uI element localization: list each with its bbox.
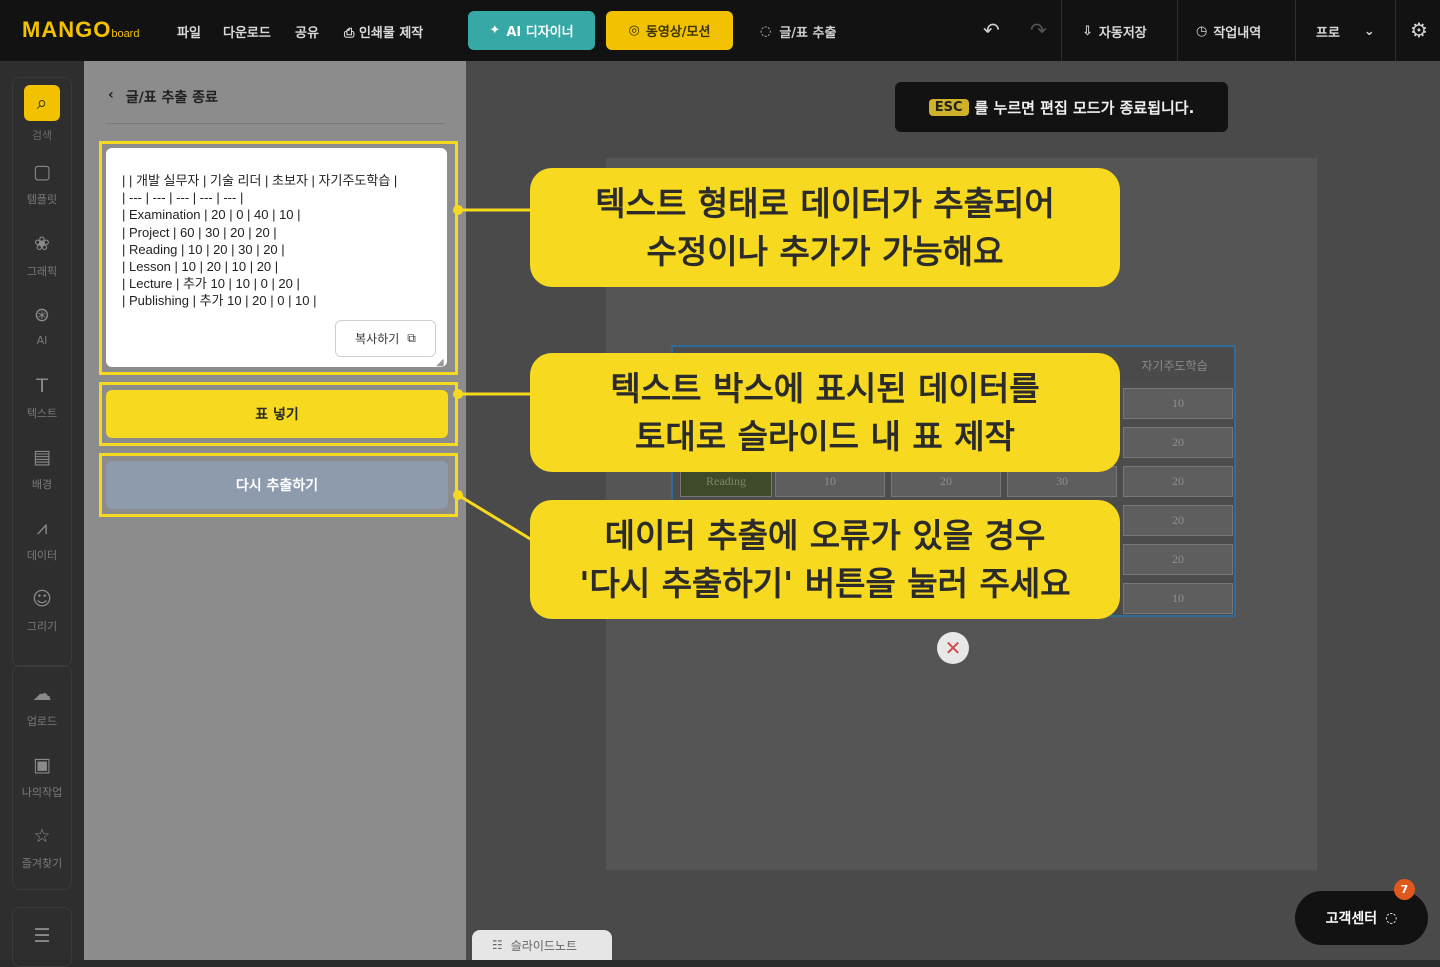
slide-note-label: 슬라이드노트 bbox=[510, 938, 578, 953]
callout-line: '다시 추출하기' 버튼을 눌러 주세요 bbox=[579, 563, 1071, 603]
callout-line: 텍스트 박스에 표시된 데이터를 bbox=[610, 368, 1040, 408]
chat-icon: ◌ bbox=[1385, 910, 1398, 926]
connector-line bbox=[457, 493, 533, 542]
connector-dot bbox=[453, 205, 463, 215]
support-label: 고객센터 bbox=[1325, 911, 1378, 927]
callout-connectors bbox=[453, 205, 533, 542]
connector-dot bbox=[453, 389, 463, 399]
callout-line: 토대로 슬라이드 내 표 제작 bbox=[635, 416, 1015, 456]
callout-reextract: 데이터 추출에 오류가 있을 경우 '다시 추출하기' 버튼을 눌러 주세요 bbox=[530, 500, 1120, 619]
callout-insert-table: 텍스트 박스에 표시된 데이터를 토대로 슬라이드 내 표 제작 bbox=[530, 353, 1120, 472]
callout-line: 텍스트 형태로 데이터가 추출되어 bbox=[595, 183, 1055, 223]
callout-line: 수정이나 추가가 가능해요 bbox=[646, 231, 1004, 271]
slide-note-tab[interactable]: ☷ 슬라이드노트 bbox=[472, 930, 612, 960]
callout-line: 데이터 추출에 오류가 있을 경우 bbox=[604, 515, 1046, 555]
note-icon: ☷ bbox=[492, 938, 503, 952]
notification-badge: 7 bbox=[1394, 879, 1415, 900]
callout-extracted-text: 텍스트 형태로 데이터가 추출되어 수정이나 추가가 가능해요 bbox=[530, 168, 1120, 287]
connector-dot bbox=[453, 490, 463, 500]
